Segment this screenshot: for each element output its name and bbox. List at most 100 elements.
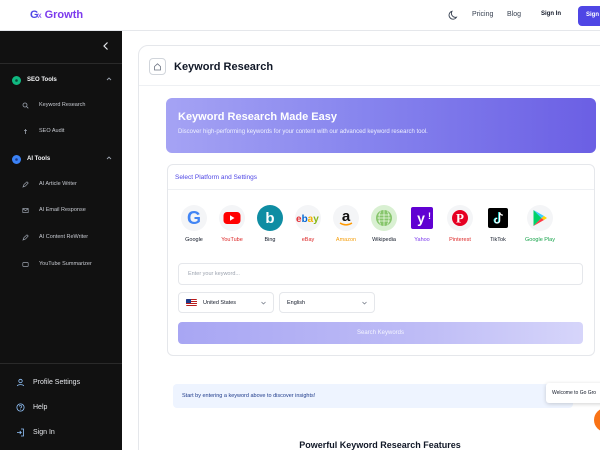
platform-google[interactable]: G Google xyxy=(177,205,211,243)
wikipedia-icon xyxy=(371,205,397,231)
tiktok-icon xyxy=(485,205,511,231)
sidebar-item-label: YouTube Summarizer xyxy=(39,261,92,267)
chevron-down-icon xyxy=(362,301,367,305)
logo[interactable]: GX Growth xyxy=(30,9,83,21)
user-icon xyxy=(16,378,25,386)
platform-tiktok[interactable]: TikTok xyxy=(481,205,515,243)
info-banner: Start by entering a keyword above to dis… xyxy=(173,384,573,408)
platform-ebay[interactable]: ebay eBay xyxy=(291,205,325,243)
platform-label: Google Play xyxy=(525,237,555,243)
video-icon xyxy=(22,261,29,267)
search-button-label: Search Keywords xyxy=(356,330,405,336)
header-divider xyxy=(139,85,600,86)
help-icon xyxy=(16,403,25,411)
platform-label: eBay xyxy=(301,237,315,243)
us-flag-icon xyxy=(186,299,197,306)
ai-tools-icon xyxy=(12,154,21,164)
pen-icon xyxy=(22,180,29,188)
hero-banner: Keyword Research Made Easy Discover high… xyxy=(166,98,596,153)
google-icon: G xyxy=(181,205,207,231)
settings-header: Select Platform and Settings xyxy=(168,165,594,190)
chevron-up-icon xyxy=(106,156,112,160)
nav-blog[interactable]: Blog xyxy=(507,11,521,18)
welcome-toast: Welcome to Go Gro xyxy=(546,383,600,403)
mail-icon xyxy=(22,207,29,213)
platform-label: Wikipedia xyxy=(372,237,396,243)
sidebar-item-ai-email-response[interactable]: AI Email Response xyxy=(22,204,86,216)
sidebar-item-seo-audit[interactable]: SEO Audit xyxy=(22,125,64,137)
page-title: Keyword Research xyxy=(174,61,274,73)
search-keywords-button[interactable]: Search Keywords xyxy=(178,322,583,344)
country-value: United States xyxy=(203,299,237,306)
platform-label: Google xyxy=(185,237,203,243)
sidebar-item-ai-article-writer[interactable]: AI Article Writer xyxy=(22,178,77,190)
svg-text:!: ! xyxy=(428,211,431,221)
sidebar-divider xyxy=(0,363,122,364)
logo-mark-sub: X xyxy=(37,14,42,20)
features-heading: Powerful Keyword Research Features xyxy=(299,440,461,450)
sidebar-help[interactable]: Help xyxy=(16,401,47,413)
settings-title: Select Platform and Settings xyxy=(175,174,258,181)
country-select[interactable]: United States xyxy=(178,292,274,313)
platform-label: Pinterest xyxy=(449,237,471,243)
sidebar-item-youtube-summarizer[interactable]: YouTube Summarizer xyxy=(22,258,92,270)
top-bar: GX Growth Pricing Blog Sign In Sign xyxy=(0,0,600,31)
svg-text:a: a xyxy=(342,209,351,225)
sidebar-item-keyword-research[interactable]: Keyword Research xyxy=(22,99,85,111)
platform-pinterest[interactable]: P Pinterest xyxy=(443,205,477,243)
sidebar-item-label: SEO Audit xyxy=(39,128,65,134)
sidebar-section-seo-tools[interactable]: SEO Tools xyxy=(12,73,112,87)
logo-word: Growth xyxy=(44,9,84,21)
sidebar-section-ai-tools[interactable]: AI Tools xyxy=(12,152,112,166)
amazon-icon: a xyxy=(333,205,359,231)
bing-icon: b xyxy=(257,205,283,231)
seo-tools-icon xyxy=(12,75,21,85)
sidebar-item-label: AI Article Writer xyxy=(39,181,77,187)
sidebar-divider xyxy=(0,63,122,64)
sidebar-item-label: Keyword Research xyxy=(39,102,86,108)
svg-text:P: P xyxy=(456,211,464,226)
platform-bing[interactable]: b Bing xyxy=(253,205,287,243)
language-value: English xyxy=(287,299,306,306)
nav-pricing[interactable]: Pricing xyxy=(472,11,493,18)
svg-text:G: G xyxy=(187,208,201,228)
ebay-icon: ebay xyxy=(295,205,321,231)
youtube-icon xyxy=(219,205,245,231)
sidebar-section-label: SEO Tools xyxy=(27,77,57,83)
hero-title: Keyword Research Made Easy xyxy=(178,111,337,123)
sign-in-link[interactable]: Sign In xyxy=(541,11,561,17)
svg-text:b: b xyxy=(265,210,274,226)
pinterest-icon: P xyxy=(447,205,473,231)
sidebar-bottom-label: Help xyxy=(33,403,48,411)
chevron-down-icon xyxy=(261,301,266,305)
platform-amazon[interactable]: a Amazon xyxy=(329,205,363,243)
moon-icon[interactable] xyxy=(448,9,460,21)
platform-label: TikTok xyxy=(490,237,506,243)
platform-yahoo[interactable]: y! Yahoo xyxy=(405,205,439,243)
sidebar-item-label: AI Email Response xyxy=(39,207,86,213)
platform-label: YouTube xyxy=(221,237,243,243)
platform-label: Yahoo xyxy=(414,237,430,243)
platform-label: Bing xyxy=(264,237,276,243)
platform-google-play[interactable]: Google Play xyxy=(523,205,557,243)
language-select[interactable]: English xyxy=(279,292,375,313)
keyword-input[interactable]: Enter your keyword... xyxy=(178,263,583,285)
sidebar-bottom-label: Profile Settings xyxy=(33,378,81,386)
chevron-up-icon xyxy=(106,77,112,81)
sidebar-item-label: AI Content ReWriter xyxy=(39,234,89,240)
sidebar-bottom-label: Sign In xyxy=(33,428,55,436)
hero-subtitle: Discover high-performing keywords for yo… xyxy=(178,129,428,135)
platform-label: Amazon xyxy=(335,237,357,243)
collapse-sidebar-icon[interactable] xyxy=(102,41,110,51)
sign-up-button[interactable]: Sign xyxy=(578,6,600,26)
sign-in-icon xyxy=(17,428,24,436)
platform-wikipedia[interactable]: Wikipedia xyxy=(367,205,401,243)
rewrite-icon xyxy=(22,233,29,241)
svg-text:ebay: ebay xyxy=(296,214,319,224)
sidebar-section-label: AI Tools xyxy=(27,156,51,162)
platform-youtube[interactable]: YouTube xyxy=(215,205,249,243)
sidebar-profile-settings[interactable]: Profile Settings xyxy=(16,376,80,388)
sidebar-sign-in[interactable]: Sign In xyxy=(16,426,55,438)
home-icon xyxy=(149,58,166,75)
sidebar-item-ai-content-rewriter[interactable]: AI Content ReWriter xyxy=(22,231,88,243)
